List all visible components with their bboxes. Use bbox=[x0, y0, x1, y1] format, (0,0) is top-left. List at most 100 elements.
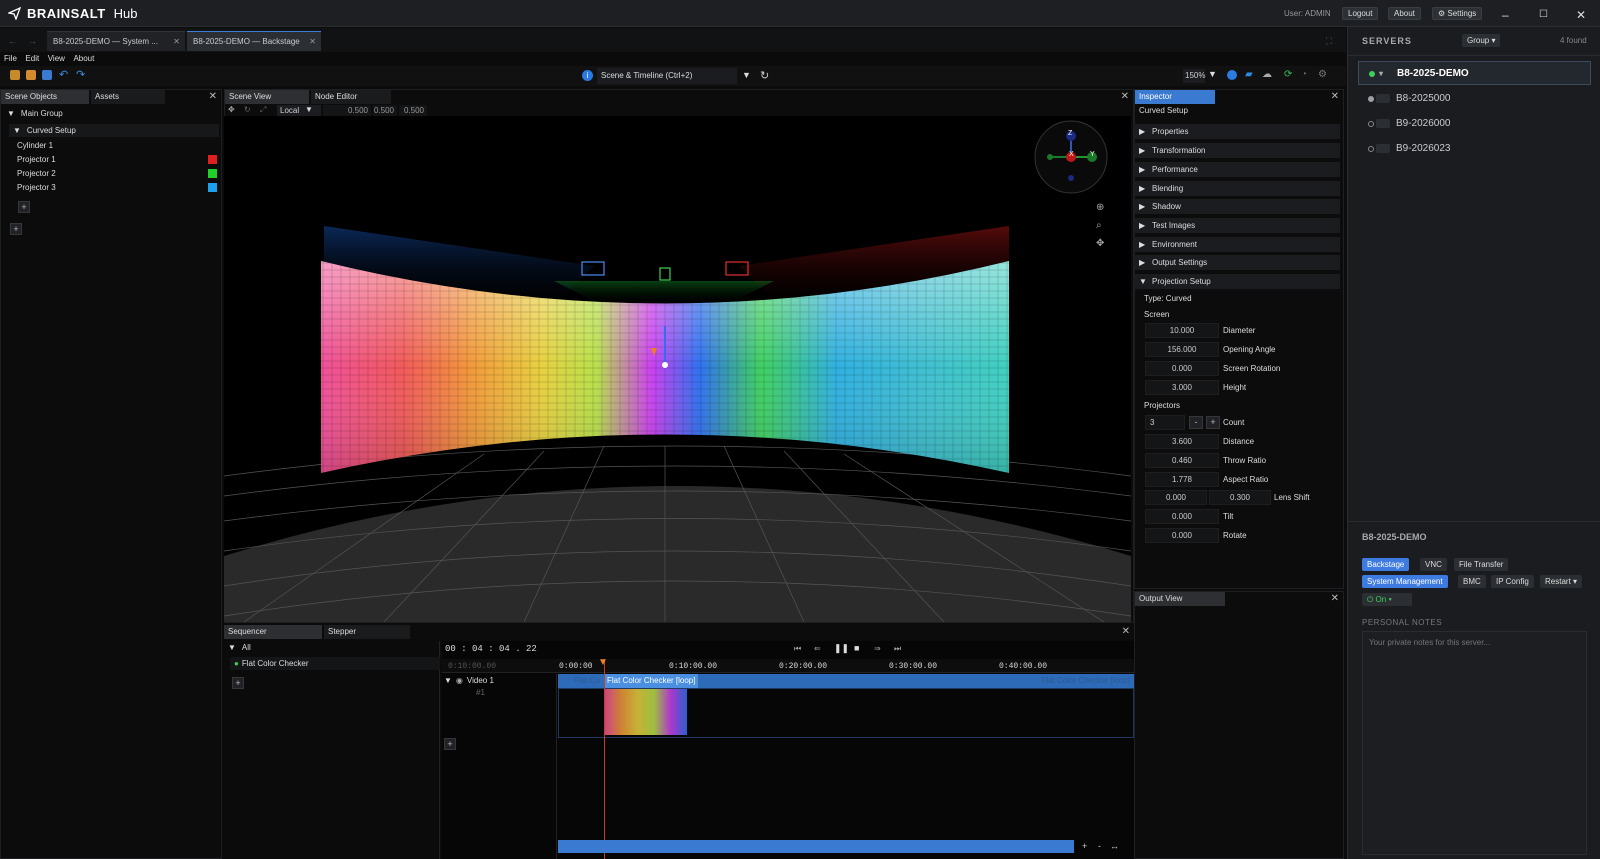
skip-end-icon[interactable]: ⏭ bbox=[894, 644, 901, 654]
file-transfer-button[interactable]: File Transfer bbox=[1454, 558, 1509, 571]
chevron-down-icon[interactable]: ▼ bbox=[742, 70, 751, 80]
diameter-field[interactable]: 10.000 bbox=[1145, 323, 1219, 338]
timeline[interactable]: 00 : 04 : 04 . 22 ⏮ ⇐ ❚❚ ■ ⇒ ⏭ 0:10:00.0… bbox=[442, 641, 1134, 859]
logout-button[interactable]: Logout bbox=[1342, 7, 1379, 20]
clip-thumbnail[interactable] bbox=[605, 689, 687, 735]
tab-inspector[interactable]: Inspector bbox=[1135, 90, 1215, 104]
menu-about[interactable]: About bbox=[73, 54, 94, 63]
toggle[interactable] bbox=[1376, 119, 1390, 128]
tree-item-projector-2[interactable]: Projector 2 bbox=[17, 167, 221, 180]
count-field[interactable]: 3 bbox=[1145, 415, 1185, 430]
close-tab-icon[interactable]: ✕ bbox=[173, 32, 180, 52]
tree-item-projector-1[interactable]: Projector 1 bbox=[17, 153, 221, 166]
scene-render[interactable]: ⊕ ⌕ ✥ bbox=[224, 116, 1131, 622]
close-tab-icon[interactable]: ✕ bbox=[309, 32, 316, 52]
stop-icon[interactable]: ■ bbox=[854, 643, 859, 653]
system-management-button[interactable]: System Management bbox=[1362, 575, 1448, 588]
toggle[interactable] bbox=[1376, 94, 1390, 103]
tab-scene-view[interactable]: Scene View bbox=[225, 90, 309, 104]
tab-scene-objects[interactable]: Scene Objects bbox=[1, 90, 89, 104]
timeline-scrollbar[interactable] bbox=[558, 840, 1074, 853]
screen-rotation-field[interactable]: 0.000 bbox=[1145, 361, 1219, 376]
tab-assets[interactable]: Assets bbox=[91, 90, 165, 104]
new-scene-icon[interactable] bbox=[10, 70, 20, 80]
add-track-button[interactable]: + bbox=[444, 738, 456, 750]
rotate-icon[interactable]: ↻ bbox=[244, 105, 251, 114]
tree-group-curved[interactable]: ▼ Curved Setup bbox=[9, 124, 219, 137]
section-transformation[interactable]: ▶ Transformation bbox=[1134, 143, 1340, 158]
distance-field[interactable]: 3.600 bbox=[1145, 434, 1219, 449]
section-performance[interactable]: ▶ Performance bbox=[1134, 162, 1340, 177]
menu-view[interactable]: View bbox=[48, 54, 65, 63]
tab-system[interactable]: B8-2025-DEMO — System ... ✕ bbox=[47, 31, 185, 51]
menu-file[interactable]: File bbox=[4, 54, 17, 63]
sequence-item[interactable]: ● Flat Color Checker bbox=[230, 657, 440, 670]
throw-ratio-field[interactable]: 0.460 bbox=[1145, 453, 1219, 468]
cloud-icon[interactable]: ☁ bbox=[1262, 69, 1272, 80]
tab-backstage[interactable]: B8-2025-DEMO — Backstage ✕ bbox=[187, 31, 321, 51]
tree-item-cylinder[interactable]: Cylinder 1 bbox=[17, 139, 221, 152]
server-item[interactable]: ▾ B8-2025-DEMO bbox=[1358, 61, 1591, 85]
close-icon[interactable]: ✕ bbox=[1331, 592, 1339, 606]
section-test-images[interactable]: ▶ Test Images bbox=[1134, 218, 1340, 233]
save-icon[interactable] bbox=[42, 70, 52, 80]
skip-start-icon[interactable]: ⏮ bbox=[794, 644, 801, 654]
status-icon[interactable] bbox=[1227, 70, 1237, 80]
decrement-button[interactable]: - bbox=[1189, 416, 1203, 429]
power-dropdown[interactable]: ⏻ On ▾ bbox=[1362, 593, 1412, 606]
redo-icon[interactable]: ↷ bbox=[76, 68, 85, 81]
scale-icon[interactable]: ⤢ bbox=[260, 105, 266, 115]
pause-icon[interactable]: ❚❚ bbox=[834, 643, 849, 654]
zoom-out-button[interactable]: - bbox=[1098, 841, 1101, 851]
restart-dropdown[interactable]: Restart ▾ bbox=[1540, 575, 1583, 588]
minimize-icon[interactable]: – bbox=[1502, 8, 1509, 22]
tab-sequencer[interactable]: Sequencer bbox=[224, 625, 322, 639]
bmc-button[interactable]: BMC bbox=[1458, 575, 1486, 588]
opening-angle-field[interactable]: 156.000 bbox=[1145, 342, 1219, 357]
group-dropdown[interactable]: Group ▾ bbox=[1462, 34, 1501, 47]
zoom-icon[interactable]: ⌕ bbox=[1096, 220, 1102, 231]
playhead-marker-icon[interactable]: ▼ bbox=[598, 657, 608, 668]
close-icon[interactable]: ✕ bbox=[1121, 90, 1129, 104]
tab-stepper[interactable]: Stepper bbox=[324, 625, 410, 639]
section-shadow[interactable]: ▶ Shadow bbox=[1134, 199, 1340, 214]
gear-icon[interactable]: ⚙ bbox=[1318, 69, 1327, 80]
open-icon[interactable] bbox=[26, 70, 36, 80]
step-back-icon[interactable]: ⇐ bbox=[814, 644, 821, 653]
lens-shift-y-field[interactable]: 0.300 bbox=[1209, 490, 1271, 505]
clip-bar[interactable]: Flat Co Flat Color Checker [loop] Flat C… bbox=[558, 674, 1134, 688]
height-field[interactable]: 3.000 bbox=[1145, 380, 1219, 395]
pan-icon[interactable]: ✥ bbox=[1096, 238, 1104, 249]
server-item[interactable]: B9-2026023 bbox=[1358, 137, 1591, 161]
tab-output-view[interactable]: Output View bbox=[1135, 592, 1225, 606]
add-item-button[interactable]: + bbox=[18, 201, 30, 213]
add-sequence-button[interactable]: + bbox=[232, 677, 244, 689]
forward-icon[interactable]: → bbox=[28, 36, 37, 46]
tab-node-editor[interactable]: Node Editor bbox=[311, 90, 391, 104]
3d-viewport[interactable]: ⊕ ⌕ ✥ Z X Y bbox=[224, 116, 1131, 622]
scene-timeline-select[interactable]: Scene & Timeline (Ctrl+2) bbox=[597, 68, 737, 84]
ip-config-button[interactable]: IP Config bbox=[1491, 575, 1534, 588]
section-output-settings[interactable]: ▶ Output Settings bbox=[1134, 255, 1340, 270]
chevron-down-icon[interactable]: ▼ bbox=[1208, 69, 1217, 79]
server-item[interactable]: B8-2025000 bbox=[1358, 87, 1591, 111]
chevron-down-icon[interactable]: ▼ bbox=[305, 105, 313, 114]
tree-item-projector-3[interactable]: Projector 3 bbox=[17, 181, 221, 194]
toggle[interactable] bbox=[1376, 144, 1390, 153]
fullscreen-icon[interactable]: ⛶ bbox=[1326, 36, 1332, 47]
close-icon[interactable]: ✕ bbox=[1576, 8, 1586, 22]
server-item[interactable]: B9-2026000 bbox=[1358, 112, 1591, 136]
notes-textarea[interactable] bbox=[1362, 631, 1587, 855]
globe-icon[interactable]: ⊕ bbox=[1096, 202, 1104, 213]
sync-icon[interactable]: ⟳ bbox=[1284, 69, 1292, 80]
tilt-field[interactable]: 0.000 bbox=[1145, 509, 1219, 524]
section-environment[interactable]: ▶ Environment bbox=[1134, 237, 1340, 252]
vnc-button[interactable]: VNC bbox=[1420, 558, 1447, 571]
playhead[interactable] bbox=[604, 659, 605, 859]
menu-edit[interactable]: Edit bbox=[25, 54, 39, 63]
rotate-field[interactable]: 0.000 bbox=[1145, 528, 1219, 543]
section-properties[interactable]: ▶ Properties bbox=[1134, 124, 1340, 139]
chat-icon[interactable]: ▰ bbox=[1245, 69, 1253, 80]
close-icon[interactable]: ✕ bbox=[209, 90, 217, 104]
increment-button[interactable]: + bbox=[1206, 416, 1220, 429]
